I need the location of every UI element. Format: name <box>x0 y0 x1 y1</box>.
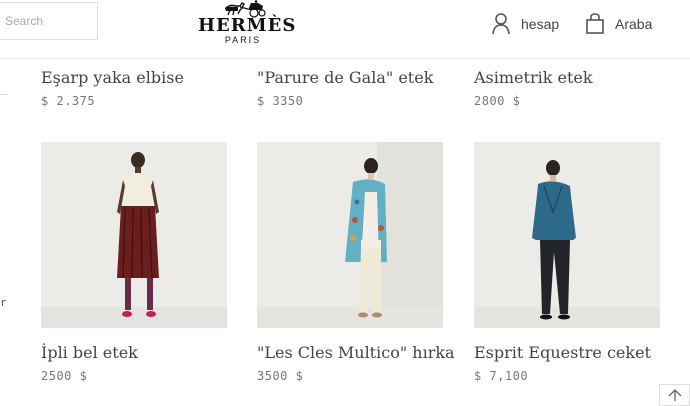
product-title[interactable]: "Parure de Gala" etek <box>257 68 433 87</box>
product-title[interactable]: Eşarp yaka elbise <box>41 68 184 87</box>
arrow-up-icon <box>668 389 681 401</box>
filter-fragment: r <box>0 296 7 309</box>
cart-link[interactable]: Araba <box>585 12 652 36</box>
product-price: $ 2.375 <box>41 94 96 108</box>
product-image[interactable] <box>474 142 660 328</box>
site-header: HERMÈS PARIS hesap Araba <box>0 0 690 59</box>
product-image[interactable] <box>41 142 227 328</box>
user-icon <box>492 13 510 35</box>
product-price: $ 3350 <box>257 94 304 108</box>
account-link[interactable]: hesap <box>491 12 559 36</box>
product-price: 2500 $ <box>41 369 88 383</box>
brand-logo[interactable]: HERMÈS PARIS <box>198 0 297 50</box>
product-price: 2800 $ <box>474 94 521 108</box>
product-image[interactable] <box>257 142 443 328</box>
search-input[interactable] <box>0 2 98 40</box>
shopping-bag-icon <box>586 13 604 34</box>
brand-name: HERMÈS <box>198 15 297 36</box>
filter-divider <box>0 94 8 95</box>
product-title[interactable]: İpli bel etek <box>41 343 138 362</box>
cart-label: Araba <box>615 16 653 32</box>
product-title[interactable]: "Les Cles Multico" hırka <box>257 343 455 362</box>
product-price: 3500 $ <box>257 369 304 383</box>
brand-city: PARIS <box>224 35 262 45</box>
scroll-to-top-button[interactable] <box>659 384 690 406</box>
product-title[interactable]: Asimetrik etek <box>474 68 593 87</box>
product-title[interactable]: Esprit Equestre ceket <box>474 343 651 362</box>
product-price: $ 7,100 <box>474 369 529 383</box>
account-label: hesap <box>521 16 560 32</box>
